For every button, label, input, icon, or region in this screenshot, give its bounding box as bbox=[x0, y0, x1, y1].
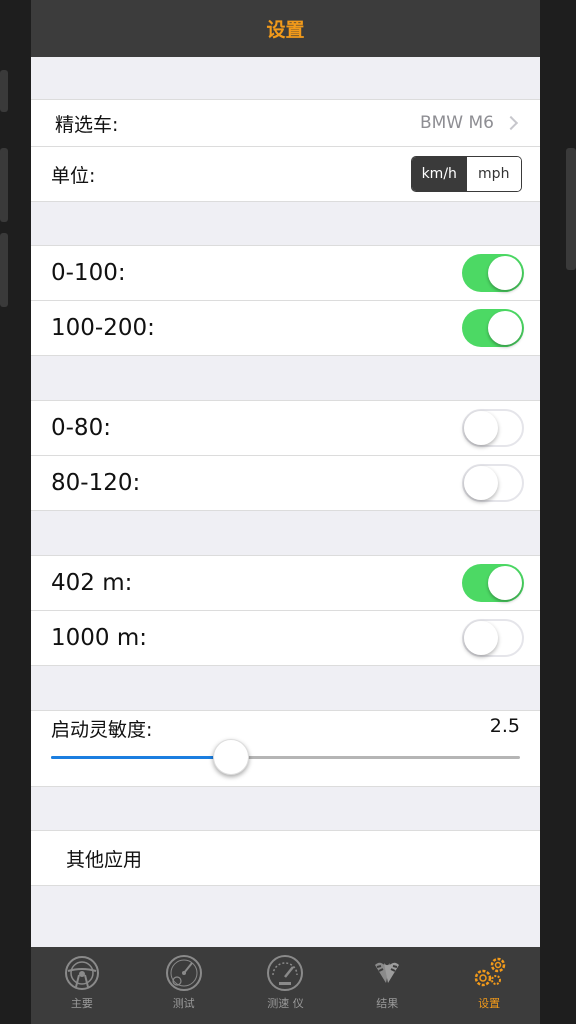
units-row: 单位: km/h mph bbox=[31, 146, 540, 201]
tab-results[interactable]: 结果 bbox=[336, 947, 438, 1024]
toggle-switch[interactable] bbox=[462, 254, 524, 292]
sensitivity-value: 2.5 bbox=[489, 715, 520, 737]
gears-icon bbox=[474, 957, 506, 987]
toggle-row: 0-80: bbox=[31, 401, 540, 455]
gauge-icon bbox=[267, 955, 304, 991]
toggle-row: 80-120: bbox=[31, 455, 540, 510]
tab-label: 结果 bbox=[376, 997, 399, 1010]
screen: 设置 精选车: BMW M6 单位: km/h mph 0-100: 100-2… bbox=[31, 0, 540, 1024]
toggle-row: 0-100: bbox=[31, 246, 540, 300]
unit-option-kmh[interactable]: km/h bbox=[412, 157, 467, 191]
tab-settings[interactable]: 设置 bbox=[438, 947, 540, 1024]
toggle-label: 80-120: bbox=[51, 470, 141, 496]
tab-label: 测试 bbox=[172, 997, 195, 1010]
toggle-label: 0-100: bbox=[51, 260, 126, 286]
chevron-right-icon bbox=[503, 115, 519, 131]
car-value: BMW M6 bbox=[419, 113, 494, 133]
distance-tests-section: 402 m: 1000 m: bbox=[31, 555, 540, 666]
other-apps-section: 其他应用 bbox=[31, 830, 540, 886]
tab-speedometer[interactable]: 测速 仪 bbox=[235, 947, 337, 1024]
sensitivity-slider-thumb[interactable] bbox=[213, 739, 250, 775]
speed-tests-section-2: 0-80: 80-120: bbox=[31, 400, 540, 511]
sensitivity-label: 启动灵敏度: bbox=[51, 719, 153, 741]
toggle-switch[interactable] bbox=[462, 619, 524, 657]
toggle-row: 402 m: bbox=[31, 556, 540, 610]
navigation-bar: 设置 bbox=[31, 0, 540, 57]
toggle-switch[interactable] bbox=[462, 564, 524, 602]
side-button-power bbox=[566, 148, 576, 270]
tab-label: 主要 bbox=[70, 997, 93, 1010]
tab-label: 测速 仪 bbox=[267, 997, 304, 1010]
speedometer-icon bbox=[165, 955, 202, 991]
other-apps-row[interactable]: 其他应用 bbox=[31, 831, 540, 885]
toggle-label: 100-200: bbox=[51, 315, 155, 341]
tab-test[interactable]: 测试 bbox=[133, 947, 235, 1024]
toggle-label: 402 m: bbox=[51, 570, 133, 596]
toggle-row: 100-200: bbox=[31, 300, 540, 355]
car-label: 精选车: bbox=[55, 113, 119, 136]
other-apps-label: 其他应用 bbox=[66, 848, 143, 871]
units-label: 单位: bbox=[51, 164, 96, 187]
sensitivity-slider-fill bbox=[51, 756, 232, 759]
sensitivity-slider-track[interactable] bbox=[51, 756, 520, 759]
toggle-switch[interactable] bbox=[462, 309, 524, 347]
toggle-label: 0-80: bbox=[51, 415, 111, 441]
speed-tests-section-1: 0-100: 100-200: bbox=[31, 245, 540, 356]
tab-label: 设置 bbox=[478, 997, 501, 1010]
side-button-3 bbox=[0, 233, 8, 307]
sensitivity-section: 启动灵敏度: 2.5 bbox=[31, 710, 540, 787]
page-title: 设置 bbox=[266, 19, 305, 41]
units-segmented-control[interactable]: km/h mph bbox=[411, 156, 522, 192]
car-select-row[interactable]: 精选车: BMW M6 bbox=[31, 100, 540, 146]
tab-main[interactable]: 主要 bbox=[31, 947, 133, 1024]
tab-bar: 主要 测试 测速 仪 结果 设置 bbox=[31, 947, 540, 1024]
toggle-row: 1000 m: bbox=[31, 610, 540, 665]
racing-flags-icon bbox=[375, 962, 400, 983]
general-section: 精选车: BMW M6 单位: km/h mph bbox=[31, 99, 540, 202]
unit-option-mph[interactable]: mph bbox=[466, 157, 521, 191]
side-button-2 bbox=[0, 148, 8, 222]
toggle-switch[interactable] bbox=[462, 464, 524, 502]
side-button-1 bbox=[0, 70, 8, 112]
toggle-switch[interactable] bbox=[462, 409, 524, 447]
steering-wheel-icon bbox=[64, 956, 99, 990]
sensitivity-row: 启动灵敏度: 2.5 bbox=[31, 711, 540, 786]
toggle-label: 1000 m: bbox=[51, 625, 147, 651]
